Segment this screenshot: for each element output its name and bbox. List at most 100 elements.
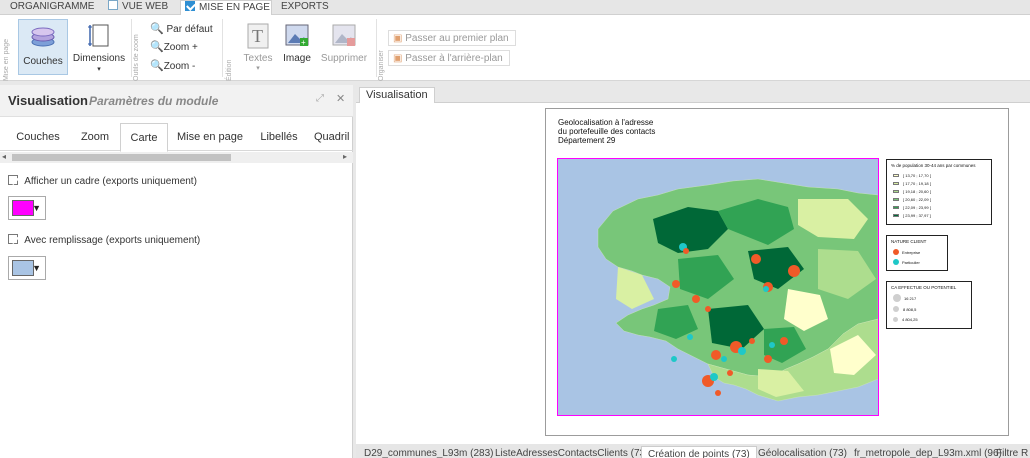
- legend-population-item: [ 13,70 ; 17,70 [: [893, 173, 931, 179]
- legend-ca: CA EFFECTUE OU POTENTIEL 16 217 8 808,5 …: [886, 281, 972, 329]
- zoom-out-button[interactable]: 🔍Zoom -: [150, 58, 195, 74]
- tab-couches[interactable]: Couches: [12, 123, 64, 151]
- legend-population: % de population 30-44 ans par communes […: [886, 159, 992, 225]
- layers-icon: [31, 27, 55, 47]
- tabs-scrollbar[interactable]: ◂ ▸: [0, 152, 353, 163]
- map-title-line-3: Département 29: [558, 136, 616, 145]
- expand-icon[interactable]: ⤢: [316, 93, 324, 104]
- image-button[interactable]: + Image: [281, 19, 313, 75]
- legend-color-swatch: [893, 190, 899, 193]
- layer-tab[interactable]: Filtre R: [996, 448, 1028, 458]
- legend-population-item: [ 20,60 ; 22,09 [: [893, 197, 931, 203]
- fill-color-picker[interactable]: ▼: [8, 256, 46, 280]
- legend-population-label: [ 19,18 ; 20,60 [: [903, 189, 931, 194]
- tab-mise-en-page[interactable]: Mise en page: [174, 123, 246, 151]
- legend-population-label: [ 17,70 ; 19,18 [: [903, 181, 931, 186]
- close-icon[interactable]: ✕: [336, 92, 345, 105]
- chevron-down-icon: ▾: [256, 65, 260, 72]
- layer-tab[interactable]: fr_metropole_dep_L93m.xml (96): [854, 448, 1002, 458]
- legend-ca-title: CA EFFECTUE OU POTENTIEL: [891, 285, 957, 290]
- frame-color-picker[interactable]: ▼: [8, 196, 46, 220]
- legend-population-item: [ 22,09 ; 23,99 [: [893, 205, 931, 211]
- scrollbar-thumb[interactable]: [12, 154, 231, 161]
- legend-population-label: [ 23,99 ; 37,97 ]: [903, 213, 931, 218]
- dimensions-label: Dimensions: [72, 53, 126, 64]
- legend-ca-value-3: 4 804,25: [902, 317, 918, 322]
- map-frame[interactable]: [557, 158, 879, 416]
- zoom-default-label: Par défaut: [166, 24, 213, 35]
- legend-nature-item: Entreprise: [893, 249, 920, 255]
- legend-population-label: [ 22,09 ; 23,99 [: [903, 205, 931, 210]
- ribbon-separator: [131, 19, 132, 77]
- zoom-in-button[interactable]: 🔍Zoom +: [150, 39, 198, 55]
- svg-text:T: T: [252, 26, 263, 46]
- legend-population-item: [ 17,70 ; 19,18 [: [893, 181, 931, 187]
- map-title: Geolocalisation à l'adresse du portefeui…: [558, 118, 655, 145]
- group-label-mise-en-page: Mise en page: [3, 38, 10, 81]
- fill-color-swatch: [12, 260, 34, 276]
- ribbon-tab-bar: ORGANIGRAMME VUE WEB MISE EN PAGE EXPORT…: [0, 0, 1030, 16]
- panel-header: Visualisation Paramètres du module ⤢ ✕: [0, 85, 353, 117]
- scroll-left-arrow-icon[interactable]: ◂: [2, 152, 6, 161]
- layer-tabs-bar: D29_communes_L93m (283) ListeAdressesCon…: [356, 444, 1030, 458]
- text-icon: T: [247, 23, 269, 49]
- textes-label: Textes: [243, 53, 273, 64]
- legend-color-swatch: [893, 198, 899, 201]
- legend-ca-value-2: 8 808,5: [903, 307, 917, 312]
- map-title-line-1: Geolocalisation à l'adresse: [558, 118, 654, 127]
- dropdown-arrow-icon: ▼: [32, 263, 41, 273]
- afficher-cadre-checkbox[interactable]: [8, 175, 18, 185]
- tab-vue-web[interactable]: VUE WEB: [108, 0, 168, 15]
- legend-population-title: % de population 30-44 ans par communes: [891, 163, 976, 168]
- textes-button[interactable]: T Textes ▾: [238, 19, 278, 75]
- map-title-line-2: du portefeuille des contacts: [558, 127, 656, 136]
- legend-ca-item: 4 804,25: [893, 317, 918, 323]
- ribbon: Mise en page Couches Dimensions ▾ Outils…: [0, 15, 1030, 81]
- bring-to-front-icon: ▣: [393, 33, 403, 44]
- legend-population-label: [ 13,70 ; 17,70 [: [903, 173, 931, 178]
- dropdown-arrow-icon: ▼: [32, 203, 41, 213]
- tab-quadrillage[interactable]: Quadril: [314, 123, 353, 151]
- legend-nature-client: NATURE CLIENT Entreprise Particulier: [886, 235, 948, 271]
- zoom-out-label: Zoom -: [163, 61, 196, 72]
- remplissage-checkbox[interactable]: [8, 234, 18, 244]
- tab-visualisation[interactable]: Visualisation: [359, 87, 435, 103]
- chevron-down-icon: ▾: [97, 66, 101, 73]
- vue-web-checkbox[interactable]: [108, 0, 118, 10]
- legend-nature-label-particulier: Particulier: [902, 260, 920, 265]
- dimensions-button[interactable]: Dimensions ▾: [72, 19, 126, 75]
- legend-nature-title: NATURE CLIENT: [891, 239, 927, 244]
- group-label-edition: Édition: [226, 59, 233, 81]
- tab-exports[interactable]: EXPORTS: [281, 0, 329, 15]
- legend-ca-circle-small: [893, 317, 898, 322]
- supprimer-button[interactable]: Supprimer: [316, 19, 372, 75]
- couches-button[interactable]: Couches: [18, 19, 68, 75]
- tab-organigramme[interactable]: ORGANIGRAMME: [10, 0, 94, 15]
- option-afficher-cadre[interactable]: Afficher un cadre (exports uniquement): [8, 175, 197, 187]
- afficher-cadre-label: Afficher un cadre (exports uniquement): [24, 176, 197, 187]
- tab-mise-en-page[interactable]: MISE EN PAGE: [180, 0, 272, 16]
- scroll-right-arrow-icon[interactable]: ▸: [343, 152, 347, 161]
- remplissage-label: Avec remplissage (exports uniquement): [24, 235, 201, 246]
- tab-carte[interactable]: Carte: [120, 123, 168, 152]
- option-remplissage[interactable]: Avec remplissage (exports uniquement): [8, 234, 200, 246]
- supprimer-label: Supprimer: [320, 53, 368, 64]
- tab-libelles[interactable]: Libellés: [256, 123, 302, 151]
- layer-tab[interactable]: Géolocalisation (73): [758, 448, 847, 458]
- zoom-out-icon: 🔍: [150, 60, 164, 72]
- send-to-back-button[interactable]: ▣ Passer à l'arrière-plan: [388, 50, 510, 66]
- mise-en-page-checkbox[interactable]: [185, 1, 195, 11]
- ribbon-separator: [222, 19, 223, 77]
- layer-tab[interactable]: D29_communes_L93m (283): [364, 448, 494, 458]
- magnifier-icon: 🔍: [150, 23, 164, 35]
- bring-to-front-button[interactable]: ▣ Passer au premier plan: [388, 30, 516, 46]
- image-label: Image: [283, 53, 311, 64]
- layer-tab-active[interactable]: Création de points (73): [641, 446, 757, 458]
- layer-tab[interactable]: ListeAdressesContactsClients (73): [495, 448, 648, 458]
- tab-zoom[interactable]: Zoom: [72, 123, 118, 151]
- zoom-default-button[interactable]: 🔍 Par défaut: [150, 21, 213, 37]
- bring-to-front-label: Passer au premier plan: [405, 33, 509, 44]
- send-to-back-icon: ▣: [393, 53, 403, 64]
- legend-dot-entreprise: [893, 249, 899, 255]
- frame-color-swatch: [12, 200, 34, 216]
